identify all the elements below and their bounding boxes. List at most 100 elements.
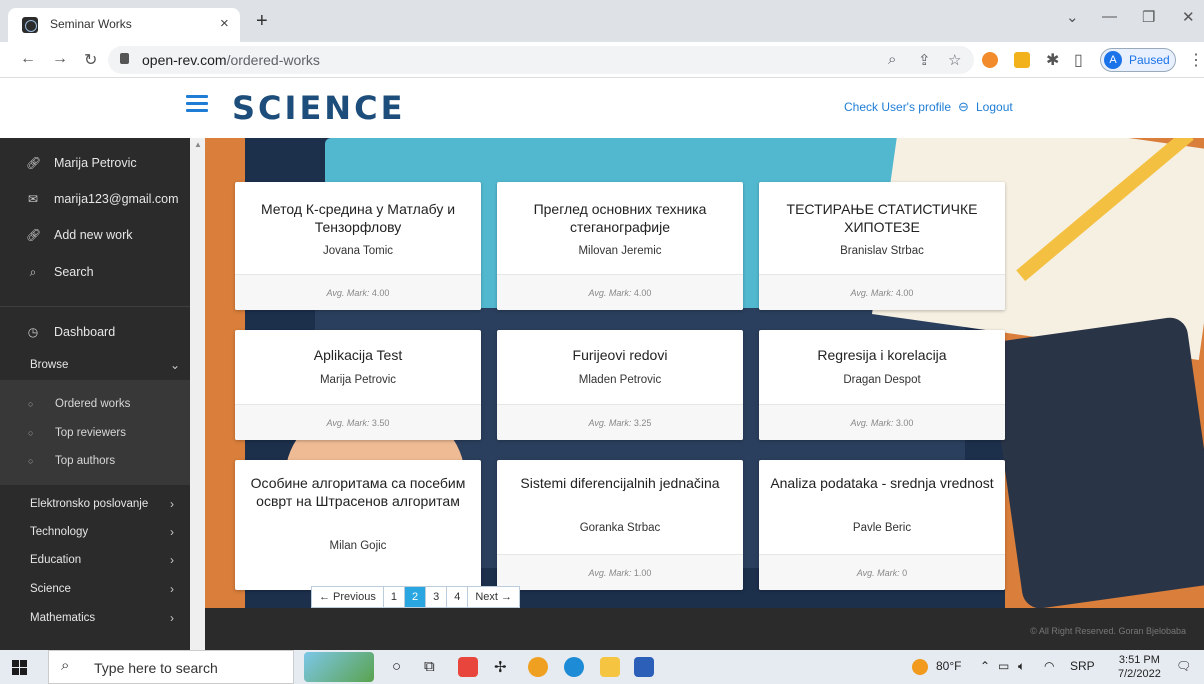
sidebar-user-name[interactable]: 🔗︎ Marija Petrovic bbox=[0, 152, 190, 176]
work-title[interactable]: Aplikacija Test bbox=[245, 346, 471, 364]
work-title[interactable]: Regresija i korelacija bbox=[769, 346, 995, 364]
sidebar-category[interactable]: Education › bbox=[0, 550, 190, 572]
extensions-puzzle-icon[interactable]: ✱ bbox=[1046, 50, 1059, 70]
weather-temperature[interactable]: 80°F bbox=[936, 659, 961, 673]
add-new-work-label: Add new work bbox=[54, 228, 133, 242]
sidebar-item-top-reviewers[interactable]: ○ Top reviewers bbox=[0, 423, 190, 445]
main-content: Метод К-средина у Матлабу и Тензорфлову … bbox=[205, 138, 1204, 608]
weather-sun-icon[interactable] bbox=[912, 659, 928, 675]
profile-button[interactable]: A Paused bbox=[1100, 48, 1176, 72]
work-author: Milovan Jeremic bbox=[578, 245, 662, 257]
page-button[interactable]: 3 bbox=[426, 586, 448, 608]
sidebar-item-top-authors[interactable]: ○ Top authors bbox=[0, 451, 190, 473]
logout-icon[interactable]: ⊖ bbox=[958, 99, 969, 115]
category-label: Mathematics bbox=[30, 612, 96, 624]
page-button-current[interactable]: 2 bbox=[404, 586, 427, 608]
sidebar-category[interactable]: Science › bbox=[0, 579, 190, 601]
task-view-icon[interactable]: ⧉ bbox=[424, 658, 435, 675]
avg-mark-value: 0 bbox=[902, 568, 908, 578]
work-card[interactable]: Особине алгоритама са посебим осврт на Ш… bbox=[235, 460, 481, 590]
sidebar-item-add-new-work[interactable]: 🔗︎ Add new work bbox=[0, 224, 190, 248]
category-label: Education bbox=[30, 554, 82, 566]
windows-start-icon[interactable] bbox=[12, 660, 27, 675]
bookmark-star-icon[interactable]: ☆ bbox=[948, 51, 961, 69]
restore-icon[interactable]: ❐ bbox=[1142, 8, 1155, 26]
taskbar-search-placeholder: Type here to search bbox=[94, 660, 218, 676]
pagination: ← Previous 1 2 3 4 Next → bbox=[311, 586, 521, 608]
taskbar-search-box[interactable]: ⌕ Type here to search bbox=[48, 650, 294, 684]
work-title[interactable]: Преглед основних техника стеганографије bbox=[507, 200, 733, 236]
next-page-button[interactable]: Next → bbox=[468, 586, 521, 608]
extension-icon[interactable] bbox=[1014, 52, 1030, 68]
pinned-app-icon[interactable]: ✢ bbox=[494, 658, 507, 676]
new-tab-icon[interactable]: + bbox=[256, 10, 268, 33]
logout-link[interactable]: Logout bbox=[976, 100, 1013, 114]
language-indicator[interactable]: SRP bbox=[1070, 659, 1095, 673]
minimize-icon[interactable]: — bbox=[1102, 8, 1117, 25]
sidebar-category[interactable]: Mathematics › bbox=[0, 608, 190, 630]
tab-search-chevron-icon[interactable]: ⌄ bbox=[1066, 8, 1079, 26]
notifications-icon[interactable]: 🗨︎ bbox=[1176, 659, 1191, 673]
zoom-search-icon[interactable]: ⌕ bbox=[888, 51, 896, 68]
tab-close-icon[interactable]: × bbox=[220, 15, 229, 32]
firefox-app-icon[interactable] bbox=[528, 657, 548, 677]
work-card[interactable]: Преглед основних техника стеганографије … bbox=[497, 182, 743, 310]
work-card[interactable]: Метод К-средина у Матлабу и Тензорфлову … bbox=[235, 182, 481, 310]
battery-icon[interactable]: ▭ bbox=[998, 659, 1009, 673]
wifi-icon[interactable]: ◠ bbox=[1044, 659, 1054, 673]
window-close-icon[interactable]: ✕ bbox=[1182, 8, 1195, 26]
address-bar[interactable]: open-rev.com/ordered-works ⌕ ⇪ ☆ bbox=[108, 46, 974, 74]
file-explorer-icon[interactable] bbox=[600, 657, 620, 677]
forward-icon[interactable]: → bbox=[52, 50, 68, 68]
site-logo[interactable]: SCIENCE bbox=[232, 89, 405, 127]
chrome-app-icon[interactable] bbox=[458, 657, 478, 677]
avg-mark-label: Avg. Mark: bbox=[326, 288, 370, 298]
check-profile-link[interactable]: Check User's profile bbox=[844, 100, 951, 114]
work-title[interactable]: Furijeovi redovi bbox=[507, 346, 733, 364]
chevron-right-icon: › bbox=[170, 611, 174, 625]
hamburger-menu-icon[interactable] bbox=[186, 95, 208, 113]
browser-tab[interactable]: Seminar Works × bbox=[8, 8, 240, 42]
work-mark: Avg. Mark: 4.00 bbox=[497, 274, 743, 310]
page-button[interactable]: 4 bbox=[447, 586, 469, 608]
work-title[interactable]: Особине алгоритама са посебим осврт на Ш… bbox=[245, 474, 471, 510]
chevron-down-icon: ⌄ bbox=[170, 358, 181, 372]
menu-kebab-icon[interactable]: ⋮ bbox=[1188, 50, 1204, 70]
share-icon[interactable]: ⇪ bbox=[918, 51, 931, 69]
work-title[interactable]: Метод К-средина у Матлабу и Тензорфлову bbox=[245, 200, 471, 236]
avg-mark-value: 3.50 bbox=[371, 418, 390, 428]
cortana-circle-icon[interactable]: ○ bbox=[392, 658, 401, 675]
scroll-up-icon[interactable]: ▲ bbox=[194, 140, 202, 149]
extension-icon[interactable] bbox=[982, 52, 998, 68]
page-button[interactable]: 1 bbox=[383, 586, 405, 608]
side-panel-icon[interactable]: ▯ bbox=[1074, 50, 1083, 70]
work-title[interactable]: Analiza podataka - srednja vrednost bbox=[769, 474, 995, 492]
sidebar-scrollbar[interactable]: ▲ bbox=[190, 138, 205, 650]
tray-chevron-icon[interactable]: ⌃ bbox=[980, 659, 990, 673]
volume-icon[interactable]: 🔈︎ bbox=[1018, 659, 1025, 674]
search-highlight-image bbox=[304, 652, 374, 682]
sidebar-category[interactable]: Elektronsko poslovanje › bbox=[0, 494, 190, 516]
sidebar-browse-toggle[interactable]: Browse ⌄ bbox=[0, 355, 190, 377]
edge-app-icon[interactable] bbox=[564, 657, 584, 677]
word-app-icon[interactable] bbox=[634, 657, 654, 677]
sidebar-category[interactable]: Technology › bbox=[0, 522, 190, 544]
work-card[interactable]: Regresija i korelacija Dragan Despot Avg… bbox=[759, 330, 1005, 440]
back-icon[interactable]: ← bbox=[20, 50, 36, 68]
system-clock[interactable]: 3:51 PM 7/2/2022 bbox=[1118, 653, 1161, 681]
sidebar-item-search[interactable]: ⌕ Search bbox=[0, 261, 190, 285]
sidebar-item-dashboard[interactable]: ◷ Dashboard bbox=[0, 321, 190, 345]
work-title[interactable]: ТЕСТИРАЊЕ СТАТИСТИЧКЕ ХИПОТЕЗЕ bbox=[769, 200, 995, 236]
work-card[interactable]: Analiza podataka - srednja vrednost Pavl… bbox=[759, 460, 1005, 590]
work-card[interactable]: Sistemi diferencijalnih jednačina Gorank… bbox=[497, 460, 743, 590]
work-title[interactable]: Sistemi diferencijalnih jednačina bbox=[507, 474, 733, 492]
work-card[interactable]: ТЕСТИРАЊЕ СТАТИСТИЧКЕ ХИПОТЕЗЕ Branislav… bbox=[759, 182, 1005, 310]
reload-icon[interactable]: ↻ bbox=[84, 50, 97, 70]
work-card[interactable]: Aplikacija Test Marija Petrovic Avg. Mar… bbox=[235, 330, 481, 440]
sidebar-user-email[interactable]: ✉ marija123@gmail.com bbox=[0, 188, 190, 212]
work-card[interactable]: Furijeovi redovi Mladen Petrovic Avg. Ma… bbox=[497, 330, 743, 440]
previous-page-button[interactable]: ← Previous bbox=[311, 586, 384, 608]
work-author: Mladen Petrovic bbox=[578, 374, 662, 386]
avatar: A bbox=[1104, 51, 1122, 69]
sidebar-item-ordered-works[interactable]: ○ Ordered works bbox=[0, 394, 190, 416]
